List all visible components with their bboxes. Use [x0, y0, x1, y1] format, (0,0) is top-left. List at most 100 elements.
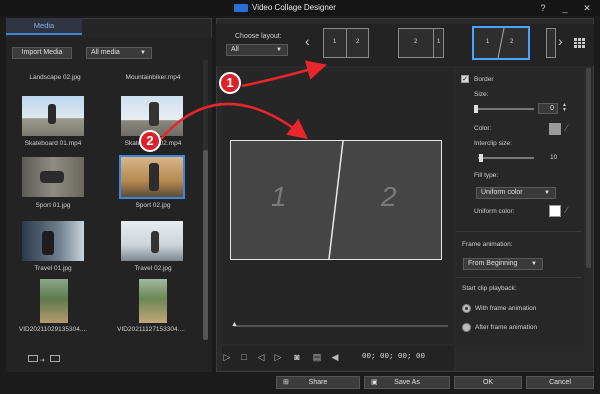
step-1-badge: 1: [219, 72, 241, 94]
media-filter-value: All media: [91, 49, 120, 56]
layout-option-partial[interactable]: [546, 28, 556, 58]
save-as-label: Save As: [394, 379, 420, 386]
frame-animation-label: Frame animation:: [462, 241, 513, 248]
media-caption: Mountainbiker.mp4: [125, 74, 181, 81]
minimize-button[interactable]: _: [558, 1, 572, 15]
properties-scrollbar[interactable]: [586, 68, 591, 268]
layout-cell-label: 2: [356, 39, 360, 45]
interclip-slider[interactable]: [478, 157, 534, 159]
volume-icon[interactable]: ◀: [330, 352, 340, 362]
media-caption: Sport 01.jpg: [35, 202, 71, 209]
frame-animation-select[interactable]: From Beginning ▼: [463, 258, 543, 270]
uniform-color-label: Uniform color:: [474, 208, 515, 215]
layout-filter-select[interactable]: All ▼: [226, 44, 288, 56]
grid-view-icon[interactable]: [574, 38, 585, 48]
share-button[interactable]: ⊞ Share: [276, 376, 360, 389]
layout-cell-label: 1: [486, 39, 490, 45]
layout-cell-label: 2: [414, 39, 418, 45]
layout-option[interactable]: 2 1: [398, 28, 444, 58]
border-color-swatch[interactable]: [549, 123, 561, 135]
media-caption: VID20211029135304....: [18, 326, 88, 333]
uniform-color-swatch[interactable]: [549, 205, 561, 217]
media-caption: Skateboard 01.mp4: [24, 140, 82, 147]
frame-animation-value: From Beginning: [468, 260, 518, 267]
media-thumbnail[interactable]: [22, 221, 84, 261]
timeline-slider[interactable]: [234, 325, 448, 327]
close-button[interactable]: ✕: [580, 1, 594, 15]
share-label: Share: [308, 379, 328, 386]
help-button[interactable]: ?: [536, 1, 550, 15]
save-as-button[interactable]: ▣ Save As: [364, 376, 450, 389]
media-thumbnail[interactable]: [22, 96, 84, 136]
choose-layout-label: Choose layout:: [235, 33, 282, 40]
with-frame-animation-radio[interactable]: [462, 304, 471, 313]
layout-option-selected[interactable]: 1 2: [472, 26, 530, 60]
size-slider[interactable]: [474, 108, 534, 110]
tab-media[interactable]: Media: [6, 18, 82, 35]
view-toggle-icon[interactable]: ➜: [28, 355, 62, 364]
media-caption: Travel 01.jpg: [34, 265, 72, 272]
media-thumbnail-selected[interactable]: [119, 155, 185, 199]
chevron-down-icon: ▼: [276, 47, 282, 53]
start-clip-playback-label: Start clip playback:: [462, 285, 517, 292]
app-logo-icon: [234, 4, 248, 12]
color-label: Color:: [474, 125, 492, 132]
after-frame-animation-label: After frame animation: [475, 324, 538, 331]
size-stepper-icon[interactable]: ▲ ▼: [562, 103, 567, 113]
chevron-left-icon[interactable]: ‹: [305, 33, 310, 49]
with-frame-animation-label: With frame animation: [475, 305, 537, 312]
media-thumbnail[interactable]: [40, 279, 68, 323]
media-filter-select[interactable]: All media ▼: [86, 47, 152, 59]
window-title: Video Collage Designer: [252, 3, 336, 12]
media-thumbnail[interactable]: [22, 157, 84, 197]
layout-filter-value: All: [231, 46, 239, 53]
snapshot-icon[interactable]: ◙: [292, 352, 302, 362]
share-icon: ⊞: [283, 379, 289, 386]
eyedropper-icon[interactable]: ⁄: [566, 205, 568, 215]
cancel-button[interactable]: Cancel: [526, 376, 594, 389]
chevron-down-icon: ▼: [531, 261, 537, 267]
chevron-down-icon: ▼: [140, 50, 146, 56]
chevron-right-icon[interactable]: ›: [558, 33, 563, 49]
eyedropper-icon[interactable]: ⁄: [566, 123, 568, 133]
media-caption: Landscape 02.jpg: [29, 74, 81, 81]
canvas-cell-2[interactable]: 2: [381, 181, 397, 213]
timeline-playhead-icon[interactable]: ▲: [231, 321, 238, 328]
stop-icon[interactable]: □: [239, 352, 249, 362]
interclip-slider-knob[interactable]: [479, 154, 483, 162]
media-scrollbar[interactable]: [203, 60, 208, 340]
section-divider: [456, 277, 582, 278]
media-thumbnail[interactable]: [139, 279, 167, 323]
canvas-divider[interactable]: [231, 141, 441, 259]
layout-cell-label: 1: [437, 39, 441, 45]
size-slider-knob[interactable]: [474, 105, 478, 113]
fill-type-select[interactable]: Uniform color ▼: [476, 187, 556, 199]
layout-divider-icon: [497, 28, 505, 58]
media-caption: Travel 02.jpg: [134, 265, 172, 272]
fill-type-value: Uniform color: [481, 189, 523, 196]
section-divider: [456, 231, 582, 232]
collage-canvas[interactable]: 1 2: [230, 140, 442, 260]
interclip-value: 10: [550, 154, 558, 161]
subtitle-icon[interactable]: ▤: [312, 352, 322, 362]
media-thumbnail[interactable]: [121, 221, 183, 261]
import-media-button[interactable]: Import Media: [12, 47, 72, 59]
previous-frame-icon[interactable]: ◁: [256, 352, 266, 362]
after-frame-animation-radio[interactable]: [462, 323, 471, 332]
timecode-display: 00; 00; 00; 00: [362, 353, 426, 361]
media-scrollbar-thumb[interactable]: [203, 150, 208, 340]
layout-cell-label: 1: [333, 39, 337, 45]
title-bar: Video Collage Designer ? _ ✕: [0, 0, 600, 16]
canvas-cell-1[interactable]: 1: [271, 181, 287, 213]
play-icon[interactable]: ▷: [222, 352, 232, 362]
interclip-size-label: Interclip size:: [474, 140, 512, 147]
border-checkbox[interactable]: ✓: [461, 75, 469, 83]
ok-button[interactable]: OK: [454, 376, 522, 389]
layout-option[interactable]: 1 2: [323, 28, 369, 58]
chevron-down-icon: ▼: [544, 190, 550, 196]
media-caption: Sport 02.jpg: [135, 202, 171, 209]
next-frame-icon[interactable]: ▷: [273, 352, 283, 362]
step-2-badge: 2: [139, 130, 161, 152]
media-caption: VID20211127153304....: [117, 326, 185, 333]
size-input[interactable]: 0: [538, 103, 558, 114]
